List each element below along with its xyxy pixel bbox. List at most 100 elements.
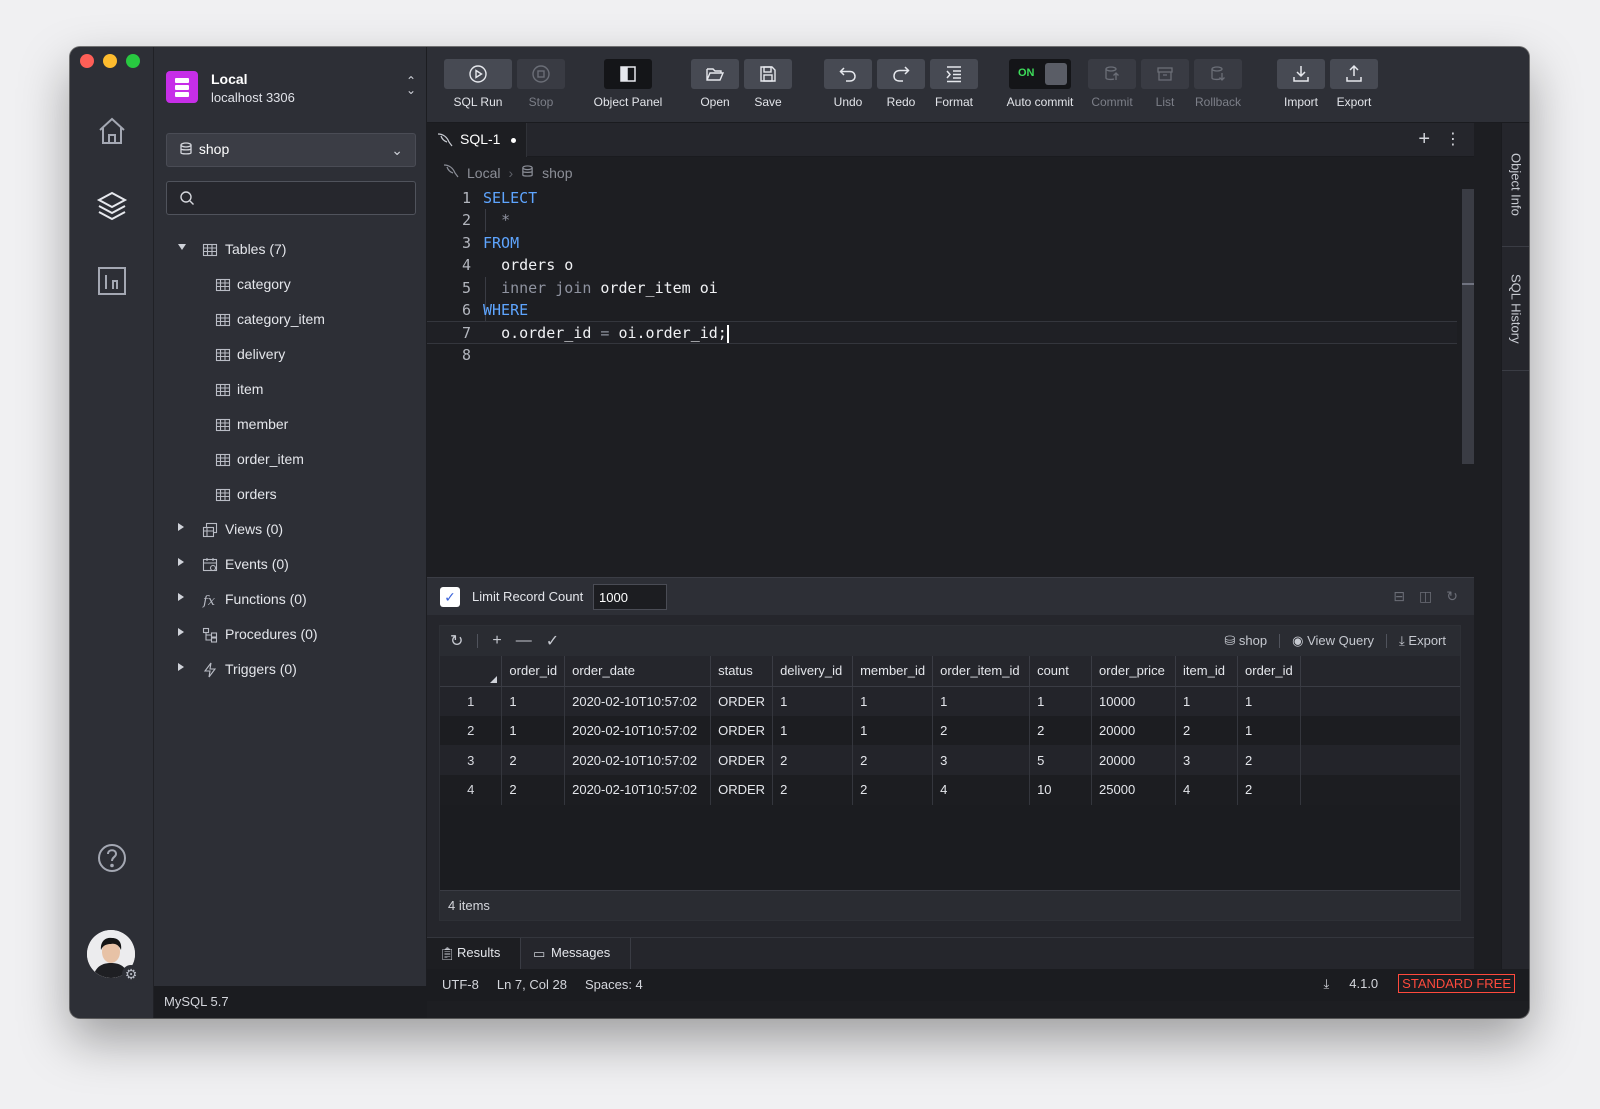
code-area[interactable]: 1 SELECT 2 * 3 FROM 4 orders o 5 inner joi…	[427, 187, 1457, 366]
help-icon[interactable]	[94, 840, 130, 876]
new-tab-plus-icon[interactable]: +	[1418, 128, 1430, 151]
settings-gear-icon[interactable]: ⚙	[122, 965, 140, 983]
table-cell[interactable]: 1	[501, 686, 566, 716]
table-row[interactable]: 1 1 2020-02-10T10:57:02 ORDER 1 1 1 1 10000 1 1	[440, 686, 1460, 716]
format-button[interactable]: Format	[927, 59, 981, 109]
table-cell[interactable]: 2	[852, 775, 934, 805]
encoding[interactable]: UTF-8	[442, 977, 479, 992]
expand-caret-icon[interactable]	[178, 628, 184, 636]
minimize-window-button[interactable]	[103, 54, 117, 68]
table-cell[interactable]: ORDER	[710, 745, 774, 776]
table-row[interactable]: 4 2 2020-02-10T10:57:02 ORDER 2 2 4 10 25000 4 2	[440, 775, 1460, 805]
tree-group-tables[interactable]: Tables (7)	[154, 232, 427, 267]
sql-editor[interactable]: Local › shop 1 SELECT 2 * 3 FROM 4 orders …	[427, 157, 1474, 577]
column-header[interactable]: count	[1029, 656, 1093, 687]
tab-messages[interactable]: ▭ Messages	[521, 938, 631, 969]
expand-caret-icon[interactable]	[178, 663, 184, 671]
dashboard-icon[interactable]	[94, 263, 130, 299]
split-horizontal-icon[interactable]: ⊟	[1393, 588, 1405, 605]
table-cell[interactable]: 2	[1237, 775, 1301, 805]
cursor-position[interactable]: Ln 7, Col 28	[497, 977, 567, 992]
table-cell[interactable]: 2020-02-10T10:57:02	[564, 715, 712, 746]
open-button[interactable]: Open	[688, 59, 742, 109]
import-button[interactable]: Import	[1274, 59, 1328, 109]
column-header[interactable]: member_id	[852, 656, 934, 687]
split-vertical-icon[interactable]: ◫	[1419, 588, 1432, 605]
table-cell[interactable]: ORDER	[710, 715, 774, 746]
table-cell[interactable]: 2020-02-10T10:57:02	[564, 745, 712, 776]
column-header[interactable]: status	[710, 656, 774, 687]
tree-item-table[interactable]: order_item	[154, 442, 427, 477]
tab-results[interactable]: 📋︎ Results	[427, 938, 521, 969]
table-cell[interactable]: 1	[1029, 686, 1093, 716]
stop-button[interactable]: Stop	[514, 59, 568, 109]
more-options-icon[interactable]: ⋮	[1445, 129, 1461, 149]
select-all-corner[interactable]	[440, 656, 503, 687]
editor-scrollbar[interactable]	[1462, 189, 1474, 464]
zoom-window-button[interactable]	[126, 54, 140, 68]
layers-icon[interactable]	[94, 188, 130, 224]
tree-item-table[interactable]: category	[154, 267, 427, 302]
table-cell[interactable]: 4	[1175, 775, 1239, 805]
tree-group-function[interactable]: fx Functions (0)	[154, 582, 427, 617]
remove-row-icon[interactable]: —	[516, 632, 532, 650]
table-cell[interactable]: 20000	[1091, 745, 1177, 776]
table-cell[interactable]: 2	[1175, 715, 1239, 746]
table-cell[interactable]: 2	[932, 715, 1031, 746]
row-number[interactable]: 1	[440, 686, 503, 716]
tab-object-info[interactable]: Object Info	[1502, 123, 1529, 247]
table-row[interactable]: 3 2 2020-02-10T10:57:02 ORDER 2 2 3 5 20000 3 2	[440, 745, 1460, 776]
table-cell[interactable]: 10	[1029, 775, 1093, 805]
tree-item-table[interactable]: item	[154, 372, 427, 407]
table-cell[interactable]: 4	[932, 775, 1031, 805]
refresh-icon[interactable]: ↻	[1446, 588, 1458, 605]
connection-header[interactable]: Local localhost 3306 ⌃ ⌄	[166, 71, 416, 111]
expand-caret-icon[interactable]	[178, 523, 184, 531]
table-cell[interactable]: 2	[501, 745, 566, 776]
tree-item-table[interactable]: orders	[154, 477, 427, 512]
column-header[interactable]: order_id	[501, 656, 566, 687]
tab-sql-1[interactable]: SQL-1	[427, 123, 527, 157]
view-query-button[interactable]: ◉ View Query	[1292, 633, 1374, 649]
table-cell[interactable]: ORDER	[710, 775, 774, 805]
auto-commit-toggle[interactable]: ON Auto commit	[1005, 59, 1075, 109]
column-header[interactable]: order_price	[1091, 656, 1177, 687]
row-number[interactable]: 4	[440, 775, 503, 805]
table-cell[interactable]: 25000	[1091, 775, 1177, 805]
export-button[interactable]: Export	[1327, 59, 1381, 109]
object-panel-button[interactable]: Object Panel	[593, 59, 663, 109]
table-cell[interactable]: 2	[501, 775, 566, 805]
table-cell[interactable]: 2	[1029, 715, 1093, 746]
close-window-button[interactable]	[80, 54, 94, 68]
column-header[interactable]: order_date	[564, 656, 712, 687]
breadcrumb-connection[interactable]: Local	[467, 165, 500, 181]
redo-button[interactable]: Redo	[874, 59, 928, 109]
table-cell[interactable]: 1	[772, 686, 854, 716]
sql-run-button[interactable]: SQL Run	[443, 59, 513, 109]
table-cell[interactable]: 1	[1175, 686, 1239, 716]
table-cell[interactable]: 1	[772, 715, 854, 746]
column-header[interactable]: delivery_id	[772, 656, 854, 687]
table-row[interactable]: 2 1 2020-02-10T10:57:02 ORDER 1 1 2 2 20000 2 1	[440, 715, 1460, 746]
database-select[interactable]: shop ⌄	[166, 133, 416, 167]
refresh-icon[interactable]: ↻	[450, 631, 463, 651]
object-search-input[interactable]	[203, 188, 403, 208]
indentation[interactable]: Spaces: 4	[585, 977, 643, 992]
tree-item-table[interactable]: member	[154, 407, 427, 442]
list-button[interactable]: List	[1138, 59, 1192, 109]
add-row-icon[interactable]: +	[492, 632, 501, 650]
tab-sql-history[interactable]: SQL History	[1502, 247, 1529, 371]
undo-button[interactable]: Undo	[821, 59, 875, 109]
tree-group-event[interactable]: Events (0)	[154, 547, 427, 582]
edition-badge[interactable]: STANDARD FREE	[1398, 974, 1515, 993]
tree-group-trigger[interactable]: Triggers (0)	[154, 652, 427, 687]
tree-item-table[interactable]: delivery	[154, 337, 427, 372]
table-cell[interactable]: ORDER	[710, 686, 774, 716]
row-number[interactable]: 3	[440, 745, 503, 776]
expand-caret-icon[interactable]	[178, 593, 184, 601]
table-cell[interactable]: 3	[932, 745, 1031, 776]
tree-group-view[interactable]: Views (0)	[154, 512, 427, 547]
results-export-button[interactable]: ⤓ Export	[1399, 633, 1446, 649]
table-cell[interactable]: 5	[1029, 745, 1093, 776]
row-number[interactable]: 2	[440, 715, 503, 746]
